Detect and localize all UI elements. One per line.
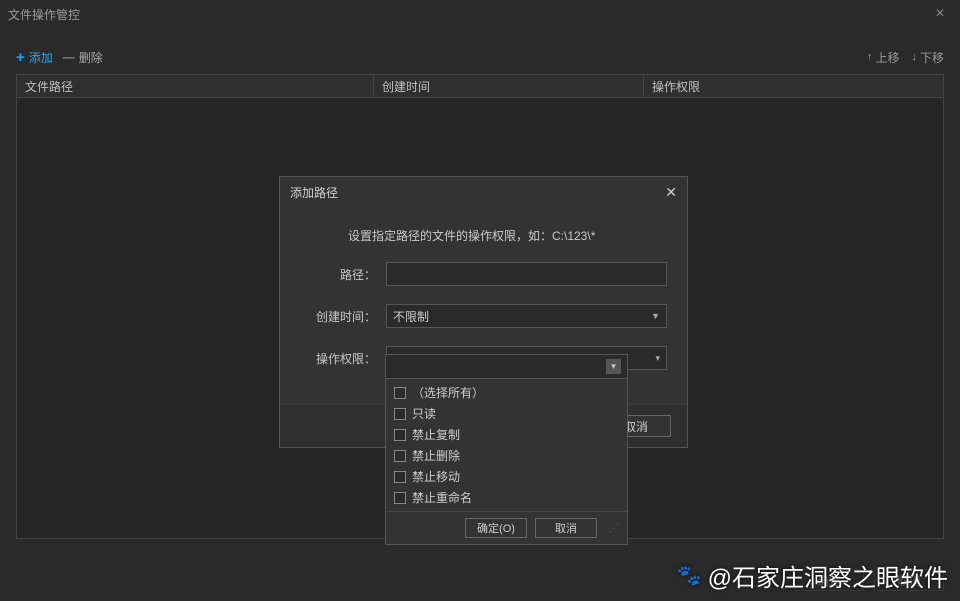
created-select[interactable]: 不限制 ▼ bbox=[386, 304, 667, 328]
dropdown-item-select-all[interactable]: （选择所有） bbox=[386, 382, 627, 403]
delete-button[interactable]: — 删除 bbox=[63, 49, 103, 66]
th-created[interactable]: 创建时间 bbox=[374, 75, 644, 97]
dropdown-item-nocopy[interactable]: 禁止复制 bbox=[386, 424, 627, 445]
move-up-button[interactable]: ↑ 上移 bbox=[867, 49, 900, 66]
dropdown-item-label: 只读 bbox=[412, 405, 436, 422]
add-label: 添加 bbox=[29, 49, 53, 66]
checkbox[interactable] bbox=[394, 492, 406, 504]
dropdown-item-nomove[interactable]: 禁止移动 bbox=[386, 466, 627, 487]
dropdown-item-label: 禁止重命名 bbox=[412, 489, 472, 506]
created-value: 不限制 bbox=[393, 308, 429, 325]
permission-label: 操作权限： bbox=[300, 350, 386, 367]
checkbox[interactable] bbox=[394, 450, 406, 462]
toolbar: + 添加 — 删除 ↑ 上移 ↓ 下移 bbox=[16, 44, 944, 70]
arrow-down-icon: ↓ bbox=[911, 51, 917, 63]
dialog-hint: 设置指定路径的文件的操作权限，如：C:\123\* bbox=[348, 227, 667, 244]
dropdown-item-nodelete[interactable]: 禁止删除 bbox=[386, 445, 627, 466]
checkbox[interactable] bbox=[394, 429, 406, 441]
delete-label: 删除 bbox=[79, 49, 103, 66]
permission-dropdown: ▾ （选择所有） 只读 禁止复制 禁止删除 禁止移动 禁止重命名 确定(O) 取… bbox=[385, 354, 628, 545]
toolbar-right: ↑ 上移 ↓ 下移 bbox=[867, 49, 944, 66]
checkbox[interactable] bbox=[394, 471, 406, 483]
path-label: 路径： bbox=[300, 266, 386, 283]
th-path[interactable]: 文件路径 bbox=[17, 75, 374, 97]
close-icon[interactable]: × bbox=[928, 5, 952, 23]
titlebar: 文件操作管控 × bbox=[0, 0, 960, 28]
paw-icon: 🐾 bbox=[677, 563, 702, 588]
toolbar-left: + 添加 — 删除 bbox=[16, 49, 103, 66]
move-down-button[interactable]: ↓ 下移 bbox=[911, 49, 944, 66]
dropdown-ok-button[interactable]: 确定(O) bbox=[465, 518, 527, 538]
table-header: 文件路径 创建时间 操作权限 bbox=[17, 75, 943, 98]
dialog-close-icon[interactable]: ✕ bbox=[665, 184, 677, 201]
add-button[interactable]: + 添加 bbox=[16, 49, 53, 66]
dropdown-item-label: 禁止删除 bbox=[412, 447, 460, 464]
created-label: 创建时间： bbox=[300, 308, 386, 325]
dialog-titlebar: 添加路径 ✕ bbox=[280, 177, 687, 207]
plus-icon: + bbox=[16, 49, 25, 66]
dropdown-trigger[interactable]: ▾ bbox=[386, 355, 627, 379]
dropdown-item-label: 禁止移动 bbox=[412, 468, 460, 485]
dropdown-item-label: （选择所有） bbox=[412, 384, 484, 401]
caret-down-icon: ▼ bbox=[651, 311, 660, 321]
row-created: 创建时间： 不限制 ▼ bbox=[300, 304, 667, 328]
dropdown-footer: 确定(O) 取消 ⋰ bbox=[386, 511, 627, 544]
path-input[interactable] bbox=[386, 262, 667, 286]
minus-icon: — bbox=[63, 50, 75, 64]
dropdown-item-readonly[interactable]: 只读 bbox=[386, 403, 627, 424]
dialog-title: 添加路径 bbox=[290, 184, 338, 201]
checkbox[interactable] bbox=[394, 387, 406, 399]
dropdown-cancel-button[interactable]: 取消 bbox=[535, 518, 597, 538]
th-permission[interactable]: 操作权限 bbox=[644, 75, 943, 97]
move-up-label: 上移 bbox=[875, 49, 899, 66]
dropdown-item-norename[interactable]: 禁止重命名 bbox=[386, 487, 627, 508]
window-title: 文件操作管控 bbox=[8, 6, 80, 23]
dropdown-caret-icon: ▾ bbox=[606, 359, 621, 374]
watermark-text: @石家庄洞察之眼软件 bbox=[708, 558, 948, 593]
arrow-up-icon: ↑ bbox=[867, 51, 873, 63]
dropdown-item-label: 禁止复制 bbox=[412, 426, 460, 443]
row-path: 路径： bbox=[300, 262, 667, 286]
dropdown-list: （选择所有） 只读 禁止复制 禁止删除 禁止移动 禁止重命名 bbox=[386, 379, 627, 511]
move-down-label: 下移 bbox=[920, 49, 944, 66]
resize-grip-icon[interactable]: ⋰ bbox=[609, 523, 619, 534]
caret-down-icon: ▾ bbox=[655, 353, 660, 364]
watermark: 🐾 @石家庄洞察之眼软件 bbox=[677, 558, 948, 593]
checkbox[interactable] bbox=[394, 408, 406, 420]
